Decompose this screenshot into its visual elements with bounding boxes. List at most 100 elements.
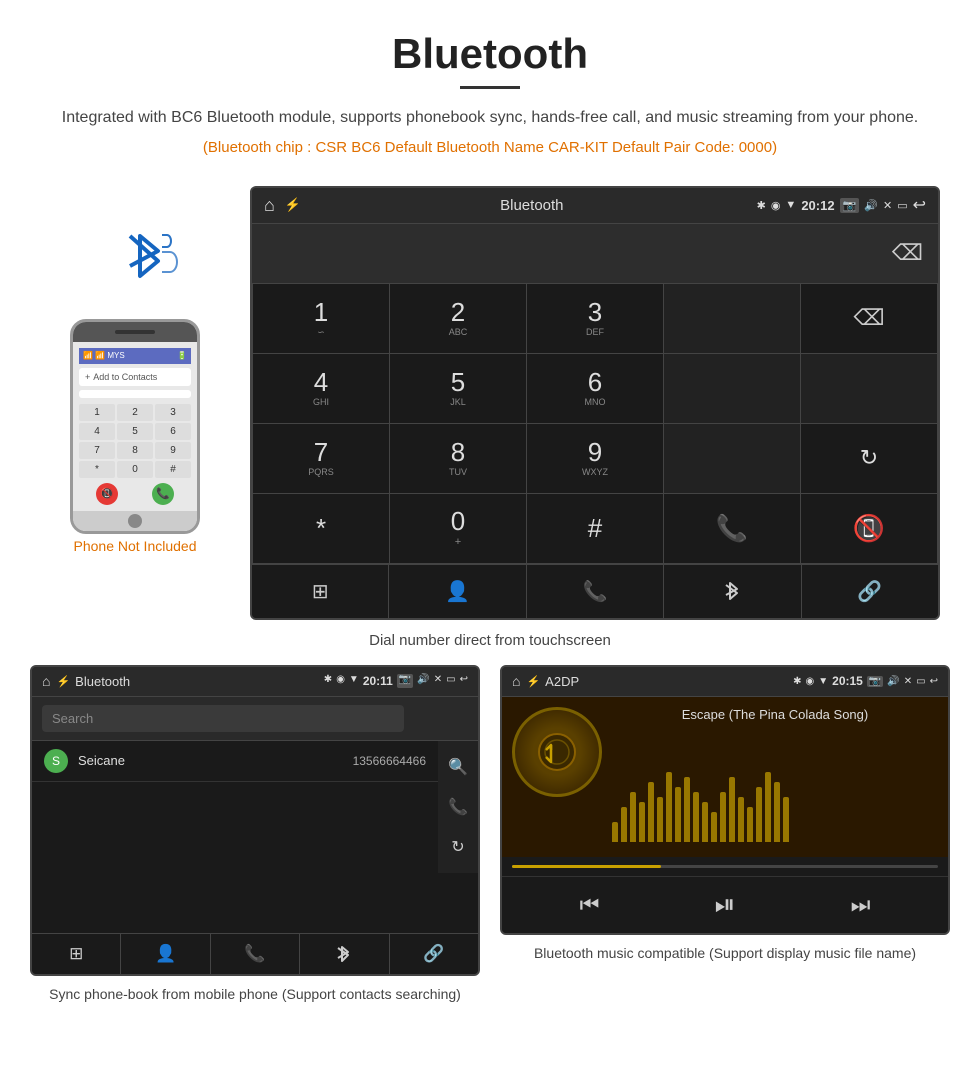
description-text: Integrated with BC6 Bluetooth module, su…: [60, 105, 920, 131]
music-volume-icon[interactable]: 🔊: [887, 676, 899, 687]
dial-key-7[interactable]: 7 PQRS: [253, 424, 390, 494]
phonebook-screen: ⌂ ⚡ Bluetooth ✱ ◉ ▼ 20:11 📷 🔊 ✕ ▭ ↩ Sear…: [30, 665, 480, 976]
pb-home-icon[interactable]: ⌂: [42, 673, 50, 689]
nav-call-button[interactable]: 📞: [527, 565, 664, 618]
dial-key-9[interactable]: 9 WXYZ: [527, 424, 664, 494]
backspace-button[interactable]: ⌫: [892, 240, 923, 266]
nav-link-button[interactable]: 🔗: [802, 565, 938, 618]
viz-bar: [666, 772, 672, 842]
pb-contact-list: S Seicane 13566664466: [32, 741, 438, 873]
music-item: ⌂ ⚡ A2DP ✱ ◉ ▼ 20:15 📷 🔊 ✕ ▭ ↩: [500, 665, 950, 1005]
music-time: 20:15: [832, 674, 863, 688]
pb-location-icon: ◉: [336, 674, 345, 688]
pb-search-icon[interactable]: 🔍: [442, 751, 474, 783]
viz-bar: [702, 802, 708, 842]
volume-icon[interactable]: 🔊: [864, 199, 878, 212]
pb-window-icon[interactable]: ▭: [446, 674, 455, 688]
pb-bt-icon: ✱: [324, 674, 332, 688]
pb-statusbar: ⌂ ⚡ Bluetooth ✱ ◉ ▼ 20:11 📷 🔊 ✕ ▭ ↩: [32, 667, 478, 697]
dialpad-grid: 1 ∽ 2 ABC 3 DEF ⌫ 4 GHI 5 JKL: [252, 284, 938, 564]
page-title: Bluetooth: [60, 30, 920, 78]
music-next-button[interactable]: ⏭: [851, 892, 871, 918]
pb-phone-icon[interactable]: 📞: [442, 791, 474, 823]
pb-nav-bt[interactable]: [300, 934, 389, 974]
music-usb-icon: ⚡: [526, 675, 540, 688]
dial-key-empty-3: [801, 354, 938, 424]
back-icon[interactable]: ↩: [913, 195, 926, 215]
pb-nav-dialpad[interactable]: ⊞: [32, 934, 121, 974]
viz-bar: [693, 792, 699, 842]
pb-refresh-icon[interactable]: ↻: [445, 831, 470, 863]
dial-key-1[interactable]: 1 ∽: [253, 284, 390, 354]
pb-close-icon[interactable]: ✕: [434, 674, 442, 688]
music-progress-bar[interactable]: [512, 865, 938, 868]
pb-nav-call[interactable]: 📞: [211, 934, 300, 974]
status-icons-group: ✱ ◉ ▼ 20:12 📷 🔊 ✕ ▭ ↩: [757, 195, 926, 215]
pb-back-icon[interactable]: ↩: [460, 674, 468, 688]
add-contact-label: Add to Contacts: [93, 372, 157, 382]
dial-key-2[interactable]: 2 ABC: [390, 284, 527, 354]
viz-bar: [729, 777, 735, 842]
phonebook-item: ⌂ ⚡ Bluetooth ✱ ◉ ▼ 20:11 📷 🔊 ✕ ▭ ↩ Sear…: [30, 665, 480, 1005]
pb-nav-link[interactable]: 🔗: [390, 934, 478, 974]
music-home-icon[interactable]: ⌂: [512, 673, 520, 689]
music-camera-icon[interactable]: 📷: [867, 676, 883, 687]
phone-side: 📶 📶 MYS 🔋 + Add to Contacts 1 2 3 4 5 6 …: [40, 186, 230, 554]
music-window-icon[interactable]: ▭: [916, 676, 925, 687]
music-close-icon[interactable]: ✕: [904, 676, 912, 687]
dial-key-6[interactable]: 6 MNO: [527, 354, 664, 424]
phone-display-number: [79, 390, 191, 398]
viz-bar: [720, 792, 726, 842]
home-icon[interactable]: ⌂: [264, 195, 275, 216]
camera-icon[interactable]: 📷: [840, 198, 860, 213]
dial-key-3[interactable]: 3 DEF: [527, 284, 664, 354]
dial-key-4[interactable]: 4 GHI: [253, 354, 390, 424]
android-statusbar: ⌂ ⚡ Bluetooth ✱ ◉ ▼ 20:12 📷 🔊 ✕ ▭ ↩: [252, 188, 938, 224]
phone-bottom-bar: [73, 511, 197, 531]
pb-status-icons: ✱ ◉ ▼ 20:11 📷 🔊 ✕ ▭ ↩: [324, 674, 468, 688]
music-main-content: Escape (The Pina Colada Song): [502, 697, 948, 857]
dial-key-0[interactable]: 0 +: [390, 494, 527, 564]
pb-time: 20:11: [363, 674, 393, 688]
dialpad-bottom-nav: ⊞ 👤 📞 🔗: [252, 564, 938, 618]
window-icon[interactable]: ▭: [897, 199, 907, 212]
viz-bar: [747, 807, 753, 842]
nav-dialpad-button[interactable]: ⊞: [252, 565, 389, 618]
nav-contacts-button[interactable]: 👤: [389, 565, 526, 618]
dial-backspace-display[interactable]: ⌫: [801, 284, 938, 354]
viz-bar: [675, 787, 681, 842]
music-play-pause-button[interactable]: ⏯: [715, 889, 736, 921]
viz-bar: [639, 802, 645, 842]
pb-search-bar[interactable]: Search: [42, 705, 404, 732]
nav-bluetooth-button[interactable]: [664, 565, 801, 618]
dial-end-button[interactable]: 📵: [801, 494, 938, 564]
phone-not-included-label: Phone Not Included: [74, 538, 197, 554]
phonebook-caption: Sync phone-book from mobile phone (Suppo…: [39, 976, 471, 1005]
music-info-panel: Escape (The Pina Colada Song): [612, 707, 938, 847]
viz-bar: [774, 782, 780, 842]
pb-volume-icon[interactable]: 🔊: [417, 674, 429, 688]
pb-nav-contacts[interactable]: 👤: [121, 934, 210, 974]
close-icon[interactable]: ✕: [883, 199, 892, 212]
music-location-icon: ◉: [806, 676, 815, 687]
dial-key-empty-2: [664, 354, 801, 424]
status-time: 20:12: [801, 198, 834, 213]
usb-icon: ⚡: [285, 197, 301, 213]
pb-bottom-nav: ⊞ 👤 📞 🔗: [32, 933, 478, 974]
dial-key-hash[interactable]: #: [527, 494, 664, 564]
dial-call-button[interactable]: 📞: [664, 494, 801, 564]
pb-camera-icon[interactable]: 📷: [397, 674, 413, 688]
music-back-icon[interactable]: ↩: [930, 676, 938, 687]
dial-key-8[interactable]: 8 TUV: [390, 424, 527, 494]
contact-row-seicane[interactable]: S Seicane 13566664466: [32, 741, 438, 782]
dial-reload-button[interactable]: ↻: [801, 424, 938, 494]
music-prev-button[interactable]: ⏮: [580, 892, 600, 918]
viz-bar: [630, 792, 636, 842]
main-caption: Dial number direct from touchscreen: [0, 620, 980, 655]
dial-key-empty-4: [664, 424, 801, 494]
contact-avatar-s: S: [44, 749, 68, 773]
dial-key-5[interactable]: 5 JKL: [390, 354, 527, 424]
dial-key-star[interactable]: *: [253, 494, 390, 564]
specs-text: (Bluetooth chip : CSR BC6 Default Blueto…: [60, 139, 920, 156]
pb-side-icons-panel: 🔍 📞 ↻: [438, 741, 478, 873]
